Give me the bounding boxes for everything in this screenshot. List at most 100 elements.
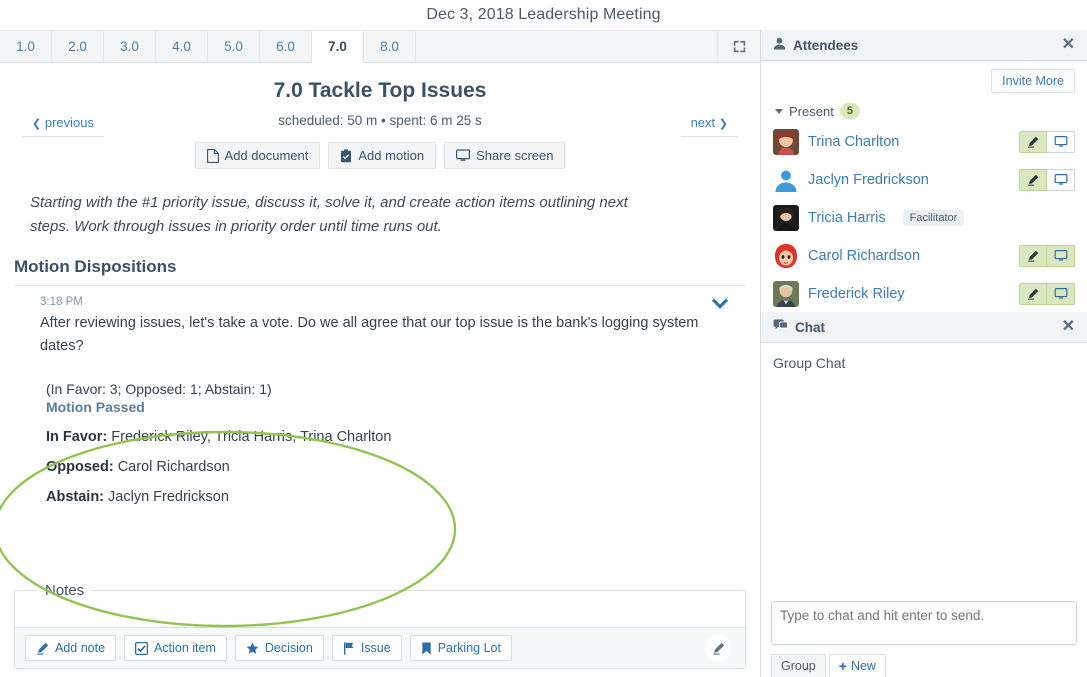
chat-close-icon[interactable]: ✕ bbox=[1062, 319, 1075, 335]
attendee-row: Trina Charlton bbox=[773, 123, 1075, 161]
chat-panel-title: Chat bbox=[795, 319, 825, 335]
action-item-label: Action item bbox=[154, 641, 216, 655]
chat-tab-bar: Group + New bbox=[771, 654, 1077, 677]
invite-more-button[interactable]: Invite More bbox=[991, 69, 1075, 93]
plus-icon: + bbox=[838, 658, 847, 674]
agenda-tab-5-0[interactable]: 5.0 bbox=[208, 31, 260, 62]
add-document-button[interactable]: Add document bbox=[194, 142, 321, 169]
add-motion-button[interactable]: Add motion bbox=[328, 142, 437, 169]
meeting-app: Dec 3, 2018 Leadership Meeting 1.0 2.0 3.0… bbox=[0, 0, 1087, 677]
agenda-tab-7-0[interactable]: 7.0 bbox=[312, 31, 364, 63]
meeting-title: Dec 3, 2018 Leadership Meeting bbox=[426, 6, 661, 23]
chat-bubble-icon bbox=[773, 319, 788, 335]
chat-input[interactable] bbox=[771, 601, 1077, 645]
segment-timing: scheduled: 50 m • spent: 6 m 25 s bbox=[278, 113, 482, 128]
attendee-edit-icon[interactable] bbox=[1019, 245, 1047, 267]
parking-lot-button[interactable]: Parking Lot bbox=[409, 635, 512, 661]
attendee-name[interactable]: Carol Richardson bbox=[808, 248, 920, 264]
attendee-name[interactable]: Frederick Riley bbox=[808, 286, 905, 302]
motion-dispositions-heading: Motion Dispositions bbox=[14, 257, 746, 286]
close-icon[interactable]: ✕ bbox=[1062, 37, 1075, 53]
vote-label-opposed: Opposed: bbox=[46, 458, 114, 475]
agenda-tab-3-0[interactable]: 3.0 bbox=[104, 31, 156, 62]
decision-label: Decision bbox=[264, 641, 313, 655]
attendee-edit-icon[interactable] bbox=[1019, 283, 1047, 305]
notes-fieldset: Notes Add note Action item Decision Issu… bbox=[14, 582, 746, 669]
attendee-screen-icon[interactable] bbox=[1047, 131, 1075, 153]
clipboard-check-icon bbox=[341, 148, 352, 162]
vote-line-in-favor: In Favor: Frederick Riley, Tricia Harris… bbox=[46, 429, 746, 445]
agenda-tab-2-0[interactable]: 2.0 bbox=[52, 31, 104, 62]
attendees-body: Invite More Present 5 Trina Charlton Jacl… bbox=[761, 61, 1087, 312]
issue-button[interactable]: Issue bbox=[331, 635, 402, 661]
chat-thread: Group Chat bbox=[761, 343, 1087, 595]
tab-strip-filler bbox=[416, 31, 718, 62]
attendee-name[interactable]: Tricia Harris bbox=[808, 210, 886, 226]
attendee-row: Jaclyn Fredrickson bbox=[773, 161, 1075, 199]
vote-names-abstain: Jaclyn Fredrickson bbox=[108, 488, 229, 505]
attendee-row: Frederick Riley bbox=[773, 275, 1075, 312]
vote-label-in-favor: In Favor: bbox=[46, 428, 108, 445]
attendee-controls bbox=[1019, 169, 1075, 191]
share-screen-label: Share screen bbox=[476, 148, 554, 163]
chat-tab-group[interactable]: Group bbox=[771, 654, 826, 677]
facilitator-badge: Facilitator bbox=[902, 210, 965, 226]
action-item-button[interactable]: Action item bbox=[124, 635, 227, 661]
attendee-name[interactable]: Trina Charlton bbox=[808, 134, 899, 150]
next-label: next bbox=[690, 115, 716, 130]
attendee-edit-icon[interactable] bbox=[1019, 131, 1047, 153]
vote-line-abstain: Abstain: Jaclyn Fredrickson bbox=[46, 489, 746, 505]
decision-button[interactable]: Decision bbox=[234, 635, 324, 661]
star-icon bbox=[246, 642, 259, 654]
attendees-panel: Attendees ✕ Invite More Present 5 Trina … bbox=[761, 30, 1087, 312]
agenda-tab-8-0[interactable]: 8.0 bbox=[364, 31, 416, 62]
attendee-controls bbox=[1019, 131, 1075, 153]
agenda-tab-6-0[interactable]: 6.0 bbox=[260, 31, 312, 62]
parking-lot-label: Parking Lot bbox=[437, 641, 501, 655]
chat-tab-new[interactable]: + New bbox=[828, 654, 886, 677]
avatar bbox=[773, 281, 799, 307]
segment-content: 7.0 Tackle Top Issues scheduled: 50 m • … bbox=[0, 63, 760, 677]
chevron-down-icon[interactable] bbox=[711, 296, 729, 314]
expand-fullscreen-icon[interactable] bbox=[718, 31, 760, 62]
notes-legend: Notes bbox=[45, 582, 85, 599]
avatar bbox=[773, 167, 799, 193]
avatar bbox=[773, 129, 799, 155]
attendees-panel-header: Attendees ✕ bbox=[761, 30, 1087, 61]
add-document-label: Add document bbox=[224, 148, 309, 163]
motion-result: Motion Passed bbox=[46, 398, 145, 415]
agenda-tab-strip: 1.0 2.0 3.0 4.0 5.0 6.0 7.0 8.0 bbox=[0, 30, 760, 63]
notes-edit-icon[interactable] bbox=[705, 635, 731, 661]
add-note-button[interactable]: Add note bbox=[25, 635, 117, 661]
chat-panel-header: Chat ✕ bbox=[761, 312, 1087, 343]
share-screen-button[interactable]: Share screen bbox=[444, 142, 566, 169]
next-button[interactable]: next ❯ bbox=[680, 111, 738, 137]
present-group-toggle[interactable]: Present 5 bbox=[775, 103, 1075, 119]
attendee-screen-icon[interactable] bbox=[1047, 169, 1075, 191]
caret-down-icon bbox=[775, 108, 783, 114]
page-title: 7.0 Tackle Top Issues bbox=[273, 79, 487, 102]
chevron-left-icon: ❮ bbox=[32, 118, 42, 130]
previous-label: previous bbox=[44, 115, 94, 130]
monitor-icon bbox=[456, 149, 471, 161]
main-column: 1.0 2.0 3.0 4.0 5.0 6.0 7.0 8.0 7.0 Tackle Top … bbox=[0, 30, 760, 677]
attendee-edit-icon[interactable] bbox=[1019, 169, 1047, 191]
avatar bbox=[773, 243, 799, 269]
segment-header: 7.0 Tackle Top Issues scheduled: 50 m • … bbox=[0, 63, 760, 169]
invite-row: Invite More bbox=[773, 69, 1075, 93]
vote-label-abstain: Abstain: bbox=[46, 488, 104, 505]
previous-button[interactable]: ❮ previous bbox=[22, 111, 104, 137]
motion-tally: (In Favor: 3; Opposed: 1; Abstain: 1) bbox=[46, 380, 272, 397]
attendee-screen-icon[interactable] bbox=[1047, 283, 1075, 305]
agenda-tab-1-0[interactable]: 1.0 bbox=[0, 31, 52, 62]
notes-input[interactable] bbox=[15, 599, 745, 627]
attendee-screen-icon[interactable] bbox=[1047, 245, 1075, 267]
vote-names-in-favor: Frederick Riley, Tricia Harris, Trina Ch… bbox=[111, 428, 392, 445]
segment-description: Starting with the #1 priority issue, dis… bbox=[30, 194, 628, 235]
pencil-icon bbox=[37, 642, 49, 655]
issue-label: Issue bbox=[360, 641, 391, 655]
attendee-name[interactable]: Jaclyn Fredrickson bbox=[808, 172, 929, 188]
agenda-tab-4-0[interactable]: 4.0 bbox=[156, 31, 208, 62]
document-icon bbox=[206, 148, 219, 163]
attendee-controls bbox=[1019, 283, 1075, 305]
